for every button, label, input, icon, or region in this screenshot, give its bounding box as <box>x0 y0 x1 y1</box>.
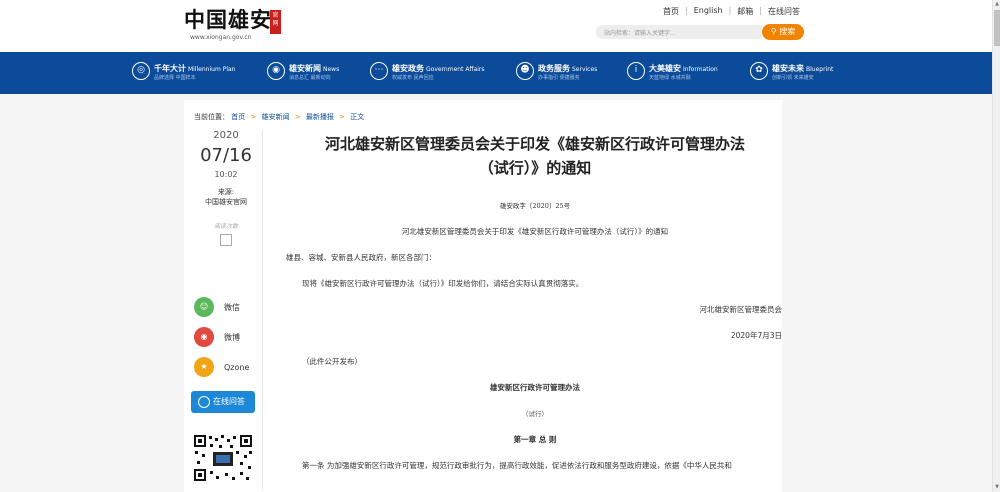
breadcrumb: 当前位置： 首页 > 雄安新闻 > 最新播报 > 正文 <box>194 112 364 122</box>
article-container: 当前位置： 首页 > 雄安新闻 > 最新播报 > 正文 2020 07/16 1… <box>184 100 782 492</box>
article-title: 河北雄安新区管理委员会关于印发《雄安新区行政许可管理办法 （试行）》的通知 <box>288 132 782 180</box>
nav-sub: 消息总汇 最新动向 <box>289 75 331 81</box>
nav-sub: 权威发布 民声回应 <box>392 75 434 81</box>
nav-title: 政务服务 <box>538 64 570 73</box>
nav-title-en: Services <box>572 66 598 73</box>
share-label: 微博 <box>224 332 240 342</box>
nav-title: 雄安政务 <box>392 64 424 73</box>
site-logo[interactable]: 中国雄安 官网 www.xiongan.gov.cn <box>184 8 284 44</box>
read-count: 阅读次数 <box>213 223 238 230</box>
share-label: Qzone <box>224 362 250 372</box>
logo-seal: 官网 <box>270 10 281 34</box>
doc-title: 雄安新区行政许可管理办法 <box>490 383 580 392</box>
link-english[interactable]: English <box>694 6 723 17</box>
article-title-line1: 河北雄安新区管理委员会关于印发《雄安新区行政许可管理办法 <box>324 135 745 153</box>
date-year: 2020 <box>213 130 239 141</box>
qr-code <box>192 433 254 483</box>
link-home[interactable]: 首页 <box>663 6 679 17</box>
public-note: （此件公开发布） <box>302 357 362 366</box>
online-qa-label: 在线问答 <box>213 397 245 406</box>
breadcrumb-prefix: 当前位置： <box>194 113 229 121</box>
nav-title: 大美雄安 <box>649 64 681 73</box>
link-email[interactable]: 邮箱 <box>737 6 753 17</box>
search-button-label: 搜索 <box>779 27 796 36</box>
article-sidebar: 2020 07/16 10:02 来源: 中国雄安官网 阅读次数 <box>190 130 262 246</box>
top-links: 首页 | English | 邮箱 | 在线问答 <box>663 6 800 17</box>
signer: 河北雄安新区管理委员会 <box>699 305 783 314</box>
nav-sub: 天蓝地绿 水城共融 <box>649 75 691 81</box>
qzone-icon: ★ <box>194 357 214 377</box>
nav-title: 千年大计 <box>154 64 186 73</box>
logo-text: 中国雄安 <box>184 7 272 32</box>
page-scrollbar[interactable]: ▲ ▼ <box>992 0 1000 492</box>
news-icon: ◉ <box>267 62 285 80</box>
scroll-thumb[interactable] <box>994 10 1000 46</box>
breadcrumb-home[interactable]: 首页 <box>231 113 245 121</box>
nav-title: 雄安新闻 <box>289 64 321 73</box>
article-title-line2: （试行）》的通知 <box>478 159 592 177</box>
service-icon: ☻ <box>516 62 534 80</box>
broken-image-icon <box>220 234 232 246</box>
issue-date: 2020年7月3日 <box>730 331 782 340</box>
nav-sub: 创新引领 未来雄安 <box>772 75 814 81</box>
chat-icon <box>198 396 210 408</box>
weibo-icon: ◉ <box>194 327 214 347</box>
share-wechat[interactable]: ☺ 微信 <box>194 296 249 318</box>
chapter-heading: 第一章 总 则 <box>513 435 557 444</box>
separator: | <box>728 6 732 15</box>
nav-title-en: Information <box>683 66 718 73</box>
article-body: 河北雄安新区管理委员会关于印发《雄安新区行政许可管理办法 （试行）》的通知 雄安… <box>286 132 783 472</box>
separator: | <box>759 6 762 15</box>
nav-sub: 办事指引 便捷服务 <box>538 75 580 81</box>
date-time: 10:02 <box>214 170 238 179</box>
chevron-right-icon: > <box>339 113 346 121</box>
online-qa-button[interactable]: 在线问答 <box>191 391 255 413</box>
sidebar-divider <box>262 130 263 490</box>
share-weibo[interactable]: ◉ 微博 <box>194 326 249 348</box>
breadcrumb-latest[interactable]: 最新播报 <box>306 113 334 121</box>
article-clause-1: 第一条 为加强雄安新区行政许可管理，规范行政审批行为，提高行政效能，促进依法行政… <box>302 461 732 470</box>
plan-icon: ◎ <box>132 62 150 80</box>
nav-title-en: News <box>323 66 340 73</box>
search-button[interactable]: ⚲ 搜索 <box>762 24 804 40</box>
wechat-icon: ☺ <box>194 297 214 317</box>
search-icon: ⚲ <box>770 27 777 36</box>
addressee: 雄县、容城、安新县人民政府，新区各部门： <box>286 253 436 262</box>
logo-url: www.xiongan.gov.cn <box>190 34 252 41</box>
gov-icon: ⋯ <box>370 62 388 80</box>
date-month-day: 07/16 <box>200 145 252 166</box>
scroll-down-icon[interactable]: ▼ <box>994 484 1000 490</box>
scroll-up-icon[interactable]: ▲ <box>994 1 1000 7</box>
share-label: 微信 <box>224 302 240 312</box>
nav-title-en: Millennium Plan <box>188 66 236 73</box>
body-paragraph: 现将《雄安新区行政许可管理办法（试行）》印发给你们，请结合实际认真贯彻落实。 <box>302 279 584 288</box>
source-value: 中国雄安官网 <box>205 198 247 206</box>
nav-sub: 品牌选择 中国样本 <box>154 75 196 81</box>
nav-title-en: Blueprint <box>806 66 834 73</box>
nav-title: 雄安未来 <box>772 64 804 73</box>
search-input[interactable]: 站内检索：请输入关键字... <box>596 25 762 39</box>
share-panel: ☺ 微信 ◉ 微博 ★ Qzone <box>194 296 249 386</box>
source-label: 来源: <box>217 188 235 196</box>
doc-number: 雄安政字〔2020〕25号 <box>499 202 571 210</box>
nav-title-en: Government Affairs <box>426 66 485 73</box>
chevron-right-icon: > <box>250 113 257 121</box>
blueprint-icon: ✿ <box>750 62 768 80</box>
info-icon: i <box>627 62 645 80</box>
breadcrumb-current[interactable]: 正文 <box>350 113 364 121</box>
link-online-qa[interactable]: 在线问答 <box>768 6 800 17</box>
notice-subtitle: 河北雄安新区管理委员会关于印发《雄安新区行政许可管理办法（试行）》的通知 <box>401 227 669 236</box>
doc-trial: （试行） <box>522 410 548 418</box>
share-qzone[interactable]: ★ Qzone <box>194 356 249 378</box>
separator: | <box>685 6 688 15</box>
chevron-right-icon: > <box>294 113 301 121</box>
breadcrumb-news[interactable]: 雄安新闻 <box>262 113 290 121</box>
site-header: 中国雄安 官网 www.xiongan.gov.cn 首页 | English … <box>0 0 992 52</box>
main-nav: ◎ 千年大计 Millennium Plan 品牌选择 中国样本 ◉ 雄安新闻 Ne… <box>0 52 992 94</box>
